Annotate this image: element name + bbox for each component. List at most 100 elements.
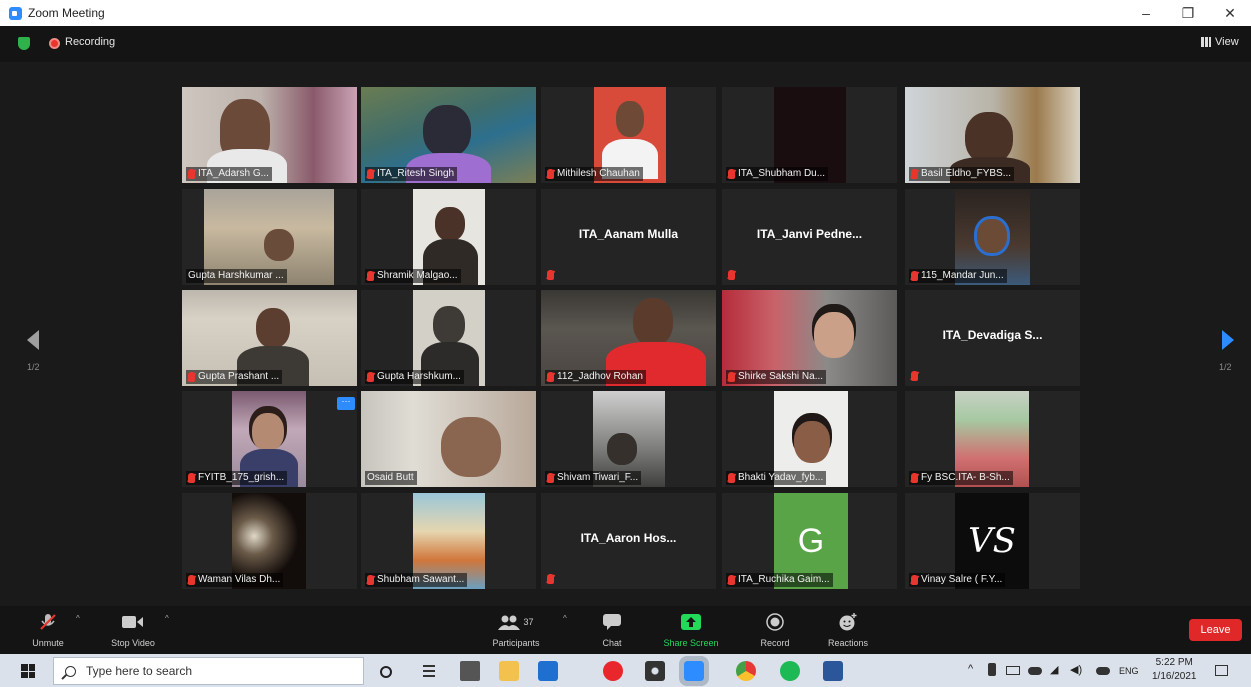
leave-button[interactable]: Leave	[1189, 619, 1242, 641]
view-button[interactable]: View	[1201, 36, 1239, 48]
participant-tile[interactable]: 115_Mandar Jun...	[905, 189, 1080, 285]
muted-mic-icon	[547, 270, 554, 280]
participant-tile[interactable]: Waman Vilas Dh...	[182, 493, 357, 589]
search-icon	[65, 665, 76, 677]
participant-tile[interactable]: ITA_Shubham Du...	[722, 87, 897, 183]
unmute-button[interactable]: Unmute	[28, 612, 68, 648]
muted-mic-icon	[188, 372, 195, 382]
muted-mic-icon	[911, 575, 918, 585]
system-clock[interactable]: 5:22 PM 1/16/2021	[1152, 656, 1197, 684]
participant-name-tag: ITA_Shubham Du...	[726, 167, 829, 181]
spotify-icon[interactable]	[780, 661, 800, 681]
participant-tile[interactable]: Gupta Harshkum...	[361, 290, 536, 386]
recording-label[interactable]: Recording	[65, 36, 115, 48]
more-options-button[interactable]: ···	[337, 397, 355, 410]
muted-mic-icon	[728, 473, 735, 483]
participant-count: 37	[523, 617, 534, 627]
previous-page-arrow-icon[interactable]	[27, 330, 39, 350]
task-view-icon[interactable]	[420, 661, 440, 681]
stop-video-button[interactable]: Stop Video	[103, 612, 163, 648]
gallery-grid-icon	[1201, 37, 1211, 47]
participants-icon: 37	[498, 612, 534, 632]
share-screen-icon	[681, 612, 701, 632]
participant-tile[interactable]: 112_Jadhov Rohan	[541, 290, 716, 386]
windows-start-icon[interactable]	[21, 664, 35, 678]
mic-tray-icon[interactable]	[988, 663, 996, 676]
tray-chevron-icon[interactable]: ^	[968, 663, 973, 675]
participant-tile[interactable]: ITA_Adarsh G...	[182, 87, 357, 183]
participant-tile[interactable]: Osaid Butt	[361, 391, 536, 487]
wifi-icon[interactable]: ◢	[1050, 663, 1058, 676]
participant-name-tag: Shivam Tiwari_F...	[545, 471, 642, 485]
participant-tile-active-speaker[interactable]: ITA_Ritesh Singh	[361, 87, 536, 183]
recording-icon[interactable]	[49, 38, 60, 49]
participant-tile[interactable]: Basil Eldho_FYBS...	[905, 87, 1080, 183]
cortana-icon[interactable]	[380, 666, 392, 678]
taskbar-search-box[interactable]: Type here to search	[53, 657, 364, 685]
participant-tile[interactable]: Gupta Prashant ...	[182, 290, 357, 386]
record-button[interactable]: Record	[755, 612, 795, 648]
store-icon[interactable]	[460, 661, 480, 681]
chat-bubble-icon	[603, 612, 621, 632]
minimize-icon[interactable]: –	[1124, 0, 1168, 26]
participant-tile[interactable]: Shivam Tiwari_F...	[541, 391, 716, 487]
security-shield-icon[interactable]	[18, 37, 30, 50]
record-icon	[766, 612, 784, 632]
restore-icon[interactable]: ❐	[1166, 0, 1210, 26]
participant-name-tag: Basil Eldho_FYBS...	[909, 167, 1015, 181]
share-screen-button[interactable]: Share Screen	[656, 612, 726, 648]
settings-gear-icon[interactable]	[645, 661, 665, 681]
zoom-taskbar-icon[interactable]	[679, 656, 709, 686]
participant-name-tag: Shramik Malgao...	[365, 269, 461, 283]
close-icon[interactable]: ✕	[1208, 0, 1251, 26]
participant-tile[interactable]: Bhakti Yadav_fyb...	[722, 391, 897, 487]
volume-icon[interactable]: ◀)	[1070, 663, 1082, 676]
participant-name-tag: Osaid Butt	[365, 471, 417, 485]
participant-tile[interactable]: Shramik Malgao...	[361, 189, 536, 285]
participant-name-tag: Mithilesh Chauhan	[545, 167, 643, 181]
opera-icon[interactable]	[603, 661, 623, 681]
muted-mic-icon	[188, 473, 195, 483]
participant-tile-video-off[interactable]: ITA_Devadiga S...	[905, 290, 1080, 386]
participant-tile[interactable]: Fy BSC.ITA- B-Sh...	[905, 391, 1080, 487]
next-page-arrow-icon[interactable]	[1222, 330, 1234, 350]
clock-date: 1/16/2021	[1152, 671, 1197, 682]
input-language[interactable]: ENG	[1119, 666, 1139, 676]
muted-mic-icon	[188, 575, 195, 585]
zoom-window: Zoom Meeting – ❐ ✕ Recording View 1/2 1/…	[0, 0, 1251, 687]
participant-tile[interactable]: Gupta Harshkumar ...	[182, 189, 357, 285]
file-explorer-icon[interactable]	[499, 661, 519, 681]
chat-button[interactable]: Chat	[595, 612, 629, 648]
view-label: View	[1215, 36, 1239, 48]
participant-tile-video-off[interactable]: ITA_Aanam Mulla	[541, 189, 716, 285]
participants-options-caret[interactable]: ^	[563, 614, 567, 623]
muted-mic-icon	[911, 169, 918, 179]
battery-icon[interactable]	[1006, 666, 1020, 675]
reactions-button[interactable]: Reactions	[820, 612, 876, 648]
muted-mic-icon	[547, 574, 554, 584]
participant-name-tag: ITA_Adarsh G...	[186, 167, 272, 181]
word-icon[interactable]	[823, 661, 843, 681]
participant-tile[interactable]: Mithilesh Chauhan	[541, 87, 716, 183]
action-center-icon[interactable]	[1215, 665, 1228, 676]
audio-options-caret[interactable]: ^	[76, 614, 80, 623]
participant-name-tag: Shubham Sawant...	[365, 573, 468, 587]
participant-tile-video-off[interactable]: ITA_Aaron Hos...	[541, 493, 716, 589]
cloud-icon[interactable]	[1096, 667, 1110, 675]
mail-icon[interactable]	[538, 661, 558, 681]
chrome-icon[interactable]	[736, 661, 756, 681]
participant-tile[interactable]: ··· FYITB_175_grish...	[182, 391, 357, 487]
onedrive-icon[interactable]	[1028, 667, 1042, 675]
participants-button[interactable]: 37 Participants	[486, 612, 546, 648]
clock-time: 5:22 PM	[1155, 657, 1193, 668]
video-options-caret[interactable]: ^	[165, 614, 169, 623]
participant-tile[interactable]: Shubham Sawant...	[361, 493, 536, 589]
participant-tile[interactable]: VS Vinay Salre ( F.Y...	[905, 493, 1080, 589]
muted-mic-icon	[188, 169, 195, 179]
participant-tile-video-off[interactable]: ITA_Janvi Pedne...	[722, 189, 897, 285]
participant-tile[interactable]: G ITA_Ruchika Gaim...	[722, 493, 897, 589]
participant-name-tag: 115_Mandar Jun...	[909, 269, 1007, 283]
muted-mic-icon	[728, 169, 735, 179]
muted-mic-icon	[547, 473, 554, 483]
participant-tile[interactable]: Shirke Sakshi Na...	[722, 290, 897, 386]
